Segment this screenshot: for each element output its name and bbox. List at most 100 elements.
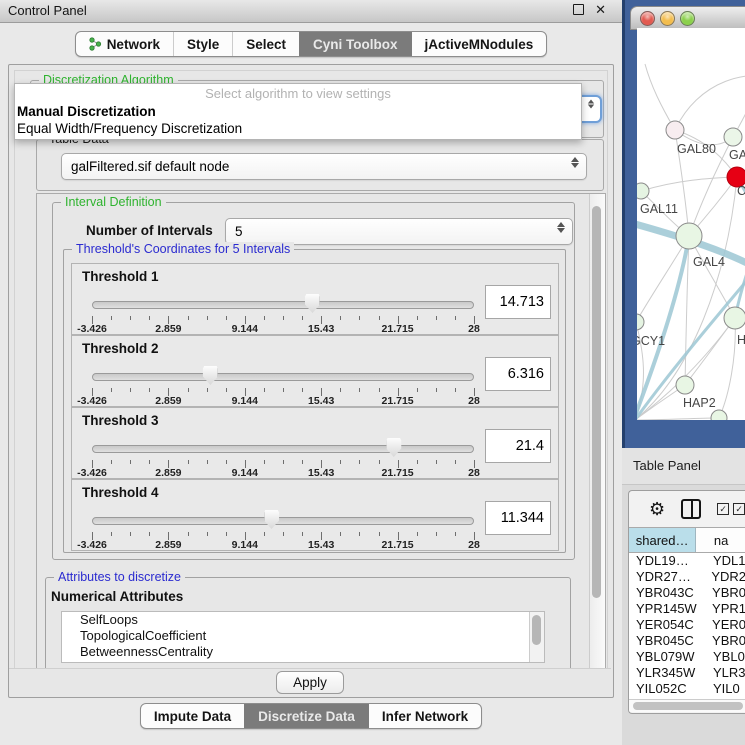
table-row[interactable]: YPR145WYPR1 <box>629 601 745 617</box>
slider-thumb[interactable] <box>305 294 320 313</box>
table-data-combobox[interactable]: galFiltered.sif default node <box>61 153 587 180</box>
table-row[interactable]: YDR27…YDR2 <box>629 569 745 585</box>
slider-thumb[interactable] <box>203 366 218 385</box>
tab-infer-network[interactable]: Infer Network <box>368 704 481 728</box>
table-row[interactable]: YDL19…YDL1 <box>629 553 745 569</box>
threshold-value-field[interactable]: 14.713 <box>485 285 551 319</box>
cell-shared-name[interactable]: YIL052C <box>629 681 711 697</box>
vertical-scrollbar[interactable] <box>589 194 605 669</box>
slider-thumb[interactable] <box>264 510 279 529</box>
tab-select[interactable]: Select <box>232 32 299 56</box>
cell-shared-name[interactable]: YPR145W <box>629 601 710 617</box>
popup-placeholder: Select algorithm to view settings <box>15 84 581 103</box>
mac-minimize-button[interactable] <box>660 11 675 26</box>
float-window-icon[interactable] <box>573 4 584 15</box>
network-node-h[interactable] <box>724 307 745 329</box>
cell-name[interactable]: YBL0 <box>711 649 745 665</box>
network-node-gal11[interactable] <box>637 183 649 199</box>
threshold-slider[interactable] <box>92 291 474 317</box>
cell-shared-name[interactable]: YDL19… <box>629 553 711 569</box>
tick-mark <box>207 316 208 320</box>
cell-name[interactable]: YLR3 <box>711 665 745 681</box>
table-row[interactable]: YBR043CYBR0 <box>629 585 745 601</box>
mac-zoom-button[interactable] <box>680 11 695 26</box>
slider-thumb[interactable] <box>386 438 401 457</box>
network-node-gcy1[interactable] <box>637 314 644 330</box>
table-row[interactable]: YLR345WYLR3 <box>629 665 745 681</box>
column-header-name[interactable]: na <box>696 528 745 552</box>
popup-item-manual-discretization[interactable]: Manual Discretization <box>15 103 581 120</box>
table-row[interactable]: YIL052CYIL0 <box>629 681 745 697</box>
tick-mark <box>340 388 341 392</box>
threshold-value-field[interactable]: 11.344 <box>485 501 551 535</box>
cell-name[interactable]: YDR2 <box>709 569 745 585</box>
network-node-hap2[interactable] <box>676 376 694 394</box>
cell-name[interactable]: YDL1 <box>711 553 745 569</box>
threshold-slider[interactable] <box>92 363 474 389</box>
network-node-gal80[interactable] <box>666 121 684 139</box>
threshold-value-field[interactable]: 6.316 <box>485 357 551 391</box>
tab-jactivemnodules[interactable]: jActiveMNodules <box>411 32 547 56</box>
cell-name[interactable]: YIL0 <box>711 681 740 697</box>
tick-label: 21.715 <box>382 323 414 335</box>
tab-cyni-toolbox[interactable]: Cyni Toolbox <box>299 32 411 56</box>
network-node-gal4[interactable] <box>676 223 702 249</box>
network-node[interactable] <box>711 410 727 420</box>
tick-mark <box>149 460 150 464</box>
tick-mark <box>130 460 131 464</box>
attribute-list-item[interactable]: SelfLoops <box>62 612 544 628</box>
cell-shared-name[interactable]: YER054C <box>629 617 710 633</box>
attribute-list-item[interactable]: BetweennessCentrality <box>62 644 544 660</box>
threshold-card: Threshold 3 -3.4262.8599.14415.4321.7152… <box>71 407 559 479</box>
scrollbar-thumb[interactable] <box>592 206 601 598</box>
tick-mark <box>264 388 265 392</box>
apply-button[interactable]: Apply <box>276 671 344 694</box>
table-row[interactable]: YER054CYER0 <box>629 617 745 633</box>
cell-name[interactable]: YPR1 <box>710 601 745 617</box>
tab-style[interactable]: Style <box>173 32 232 56</box>
cell-name[interactable]: YBR0 <box>710 585 745 601</box>
cell-shared-name[interactable]: YBR043C <box>629 585 710 601</box>
network-canvas[interactable]: GAL80GACGAL11GAL4GCY1HHAP2 <box>637 28 745 420</box>
threshold-slider[interactable] <box>92 507 474 533</box>
cell-shared-name[interactable]: YBR045C <box>629 633 710 649</box>
scrollbar-thumb[interactable] <box>532 615 541 645</box>
slider-track[interactable] <box>92 445 474 453</box>
checkbox-icon[interactable]: ✓ <box>717 503 729 515</box>
cell-shared-name[interactable]: YBL079W <box>629 649 711 665</box>
tick-mark <box>149 532 150 536</box>
mac-close-button[interactable] <box>640 11 655 26</box>
table-row[interactable]: YBR045CYBR0 <box>629 633 745 649</box>
slider-track[interactable] <box>92 301 474 309</box>
split-panel-icon[interactable] <box>681 499 701 519</box>
slider-track[interactable] <box>92 517 474 525</box>
list-scrollbar[interactable] <box>529 612 544 662</box>
threshold-value-field[interactable]: 21.4 <box>485 429 551 463</box>
scrollbar-thumb[interactable] <box>633 702 743 710</box>
table-row[interactable]: YBL079WYBL0 <box>629 649 745 665</box>
tab-label: Network <box>107 37 160 52</box>
tick-label: -3.426 <box>77 395 107 407</box>
tab-network[interactable]: Network <box>76 32 173 56</box>
horizontal-scrollbar[interactable] <box>629 699 745 712</box>
table-header: shared… na <box>629 527 745 553</box>
interval-definition-group: Interval Definition Number of Intervals … <box>52 202 575 560</box>
tab-impute-data[interactable]: Impute Data <box>141 704 244 728</box>
threshold-slider[interactable] <box>92 435 474 461</box>
checkbox-icon[interactable]: ✓ <box>733 503 745 515</box>
cell-name[interactable]: YBR0 <box>710 633 745 649</box>
cell-name[interactable]: YER0 <box>710 617 745 633</box>
cell-shared-name[interactable]: YDR27… <box>629 569 709 585</box>
cell-shared-name[interactable]: YLR345W <box>629 665 711 681</box>
slider-track[interactable] <box>92 373 474 381</box>
tick-mark <box>264 460 265 464</box>
tab-discretize-data[interactable]: Discretize Data <box>244 704 368 728</box>
attribute-list-item[interactable]: TopologicalCoefficient <box>62 628 544 644</box>
column-header-shared-name[interactable]: shared… <box>629 528 696 552</box>
network-node-ga[interactable] <box>724 128 742 146</box>
number-of-intervals-combobox[interactable]: 5 <box>225 218 573 245</box>
gear-icon[interactable]: ⚙ <box>649 500 665 518</box>
close-icon[interactable]: ✕ <box>595 4 606 15</box>
tick-mark <box>188 388 189 392</box>
popup-item-equal-width-frequency[interactable]: Equal Width/Frequency Discretization <box>15 120 581 137</box>
